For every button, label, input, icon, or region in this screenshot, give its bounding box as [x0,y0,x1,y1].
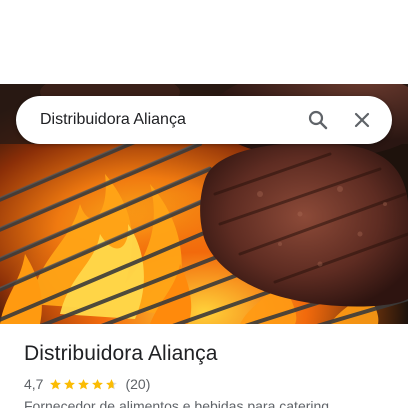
star-rating [49,378,119,391]
place-info-panel: Distribuidora Aliança 4,7 (20) Fornecedo… [24,340,394,408]
review-count[interactable]: (20) [125,376,150,392]
star-icon [50,378,62,389]
search-input[interactable]: Distribuidora Aliança [40,111,296,129]
place-title: Distribuidora Aliança [24,342,218,365]
search-icon [308,110,328,130]
star-icon [92,378,104,389]
search-button[interactable] [296,98,340,142]
close-icon [354,112,370,128]
clear-search-button[interactable] [340,98,384,142]
rating-value: 4,7 [24,376,44,392]
search-bar[interactable]: Distribuidora Aliança [16,96,392,144]
rating-row[interactable]: 4,7 (20) [24,374,394,394]
place-category: Fornecedor de alimentos e bebidas para c… [24,398,330,408]
star-icon [106,378,118,389]
star-icon [78,378,90,389]
star-icon [64,378,76,389]
